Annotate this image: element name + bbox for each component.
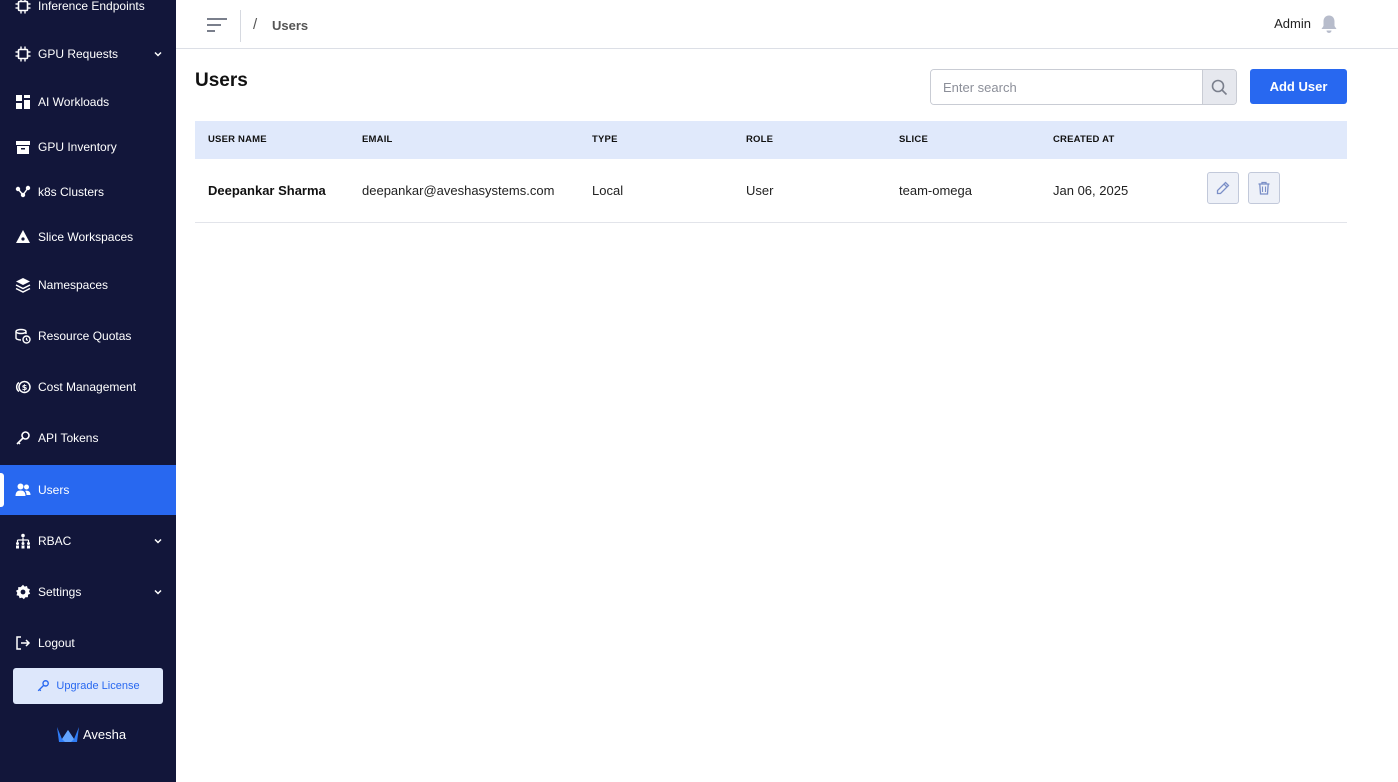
upgrade-license-button[interactable]: Upgrade License xyxy=(13,668,163,704)
bell-icon[interactable] xyxy=(1320,14,1338,34)
top-bar: / Users Admin xyxy=(176,0,1398,49)
sidebar-item-label: AI Workloads xyxy=(38,95,110,109)
sidebar-item-label: k8s Clusters xyxy=(38,185,105,199)
edit-button[interactable] xyxy=(1207,172,1239,204)
sidebar-item-label: Logout xyxy=(38,636,75,650)
column-header[interactable]: ROLE xyxy=(746,134,773,145)
search-input[interactable] xyxy=(931,70,1203,104)
sidebar-item-label: Users xyxy=(38,483,70,497)
cost-icon: $ xyxy=(14,378,32,396)
key-icon xyxy=(14,429,32,447)
sidebar-item-label: Namespaces xyxy=(38,278,109,292)
sidebar-item-inference-endpoints[interactable]: Inference Endpoints xyxy=(0,0,176,30)
cell-email: deepankar@aveshasystems.com xyxy=(362,183,555,198)
cell-type: Local xyxy=(592,183,624,198)
table-header: USER NAME EMAIL TYPE ROLE SLICE CREATED … xyxy=(195,121,1347,159)
cell-role: User xyxy=(746,183,774,198)
sidebar-item-label: GPU Inventory xyxy=(38,140,117,154)
cell-created-at: Jan 06, 2025 xyxy=(1053,183,1129,198)
chip-icon xyxy=(14,45,32,63)
divider xyxy=(240,10,241,42)
cell-user-name: Deepankar Sharma xyxy=(208,183,326,198)
add-user-button[interactable]: Add User xyxy=(1250,69,1347,104)
sidebar-item-label: Cost Management xyxy=(38,380,137,394)
sidebar-item-k8s-clusters[interactable]: k8s Clusters xyxy=(0,168,176,216)
inventory-icon xyxy=(14,138,32,156)
cluster-icon xyxy=(14,183,32,201)
chip-icon xyxy=(14,0,32,15)
sidebar-item-label: Inference Endpoints xyxy=(38,0,145,13)
sidebar-item-label: Slice Workspaces xyxy=(38,230,134,244)
sidebar-item-rbac[interactable]: RBAC xyxy=(0,517,176,565)
rbac-icon xyxy=(14,532,32,550)
column-header[interactable]: USER NAME xyxy=(208,134,267,145)
grid-icon xyxy=(14,93,32,111)
column-header[interactable]: CREATED AT xyxy=(1053,134,1114,145)
column-header[interactable]: SLICE xyxy=(899,134,928,145)
search-box xyxy=(930,69,1237,105)
sidebar-item-label: Settings xyxy=(38,585,82,599)
column-header[interactable]: EMAIL xyxy=(362,134,393,145)
sidebar-item-label: RBAC xyxy=(38,534,72,548)
sidebar-item-ai-workloads[interactable]: AI Workloads xyxy=(0,78,176,126)
brand-logo: Avesha xyxy=(56,724,126,744)
sidebar-item-gpu-requests[interactable]: GPU Requests xyxy=(0,30,176,78)
menu-toggle-icon[interactable] xyxy=(206,16,228,34)
sidebar: Inference Endpoints GPU Requests AI Work… xyxy=(0,0,176,782)
chevron-down-icon xyxy=(154,51,162,57)
sidebar-item-label: API Tokens xyxy=(38,431,99,445)
crown-logo-icon xyxy=(57,727,79,742)
quota-icon xyxy=(14,327,32,345)
key-icon xyxy=(38,680,50,692)
search-button[interactable] xyxy=(1202,70,1236,104)
gear-icon xyxy=(14,583,32,601)
brand-name: Avesha xyxy=(83,726,127,742)
sidebar-item-cost-management[interactable]: $ Cost Management xyxy=(0,363,176,411)
trash-icon xyxy=(1258,181,1270,195)
layers-icon xyxy=(14,276,32,294)
sidebar-item-logout[interactable]: Logout xyxy=(0,619,176,667)
chevron-down-icon xyxy=(154,589,162,595)
user-name[interactable]: Admin xyxy=(1274,16,1311,31)
slice-icon xyxy=(14,228,32,246)
pencil-icon xyxy=(1216,181,1230,195)
chevron-down-icon xyxy=(154,538,162,544)
sidebar-item-resource-quotas[interactable]: Resource Quotas xyxy=(0,312,176,360)
table-row[interactable]: Deepankar Sharma deepankar@aveshasystems… xyxy=(195,159,1347,223)
sidebar-item-label: Resource Quotas xyxy=(38,329,132,343)
cell-slice: team-omega xyxy=(899,183,972,198)
sidebar-item-namespaces[interactable]: Namespaces xyxy=(0,261,176,309)
column-header[interactable]: TYPE xyxy=(592,134,618,145)
breadcrumb-current: Users xyxy=(272,18,309,33)
svg-text:$: $ xyxy=(22,383,28,392)
search-icon xyxy=(1211,79,1228,95)
page-title: Users xyxy=(195,70,248,91)
sidebar-item-slice-workspaces[interactable]: Slice Workspaces xyxy=(0,213,176,261)
logout-icon xyxy=(14,634,32,652)
sidebar-item-settings[interactable]: Settings xyxy=(0,568,176,616)
sidebar-item-users[interactable]: Users xyxy=(0,465,176,515)
breadcrumb-separator: / xyxy=(253,16,258,33)
sidebar-item-label: GPU Requests xyxy=(38,47,119,61)
users-table: USER NAME EMAIL TYPE ROLE SLICE CREATED … xyxy=(195,121,1347,223)
users-icon xyxy=(14,481,32,499)
upgrade-license-label: Upgrade License xyxy=(56,680,140,692)
sidebar-item-gpu-inventory[interactable]: GPU Inventory xyxy=(0,123,176,171)
sidebar-item-api-tokens[interactable]: API Tokens xyxy=(0,414,176,462)
delete-button[interactable] xyxy=(1248,172,1280,204)
